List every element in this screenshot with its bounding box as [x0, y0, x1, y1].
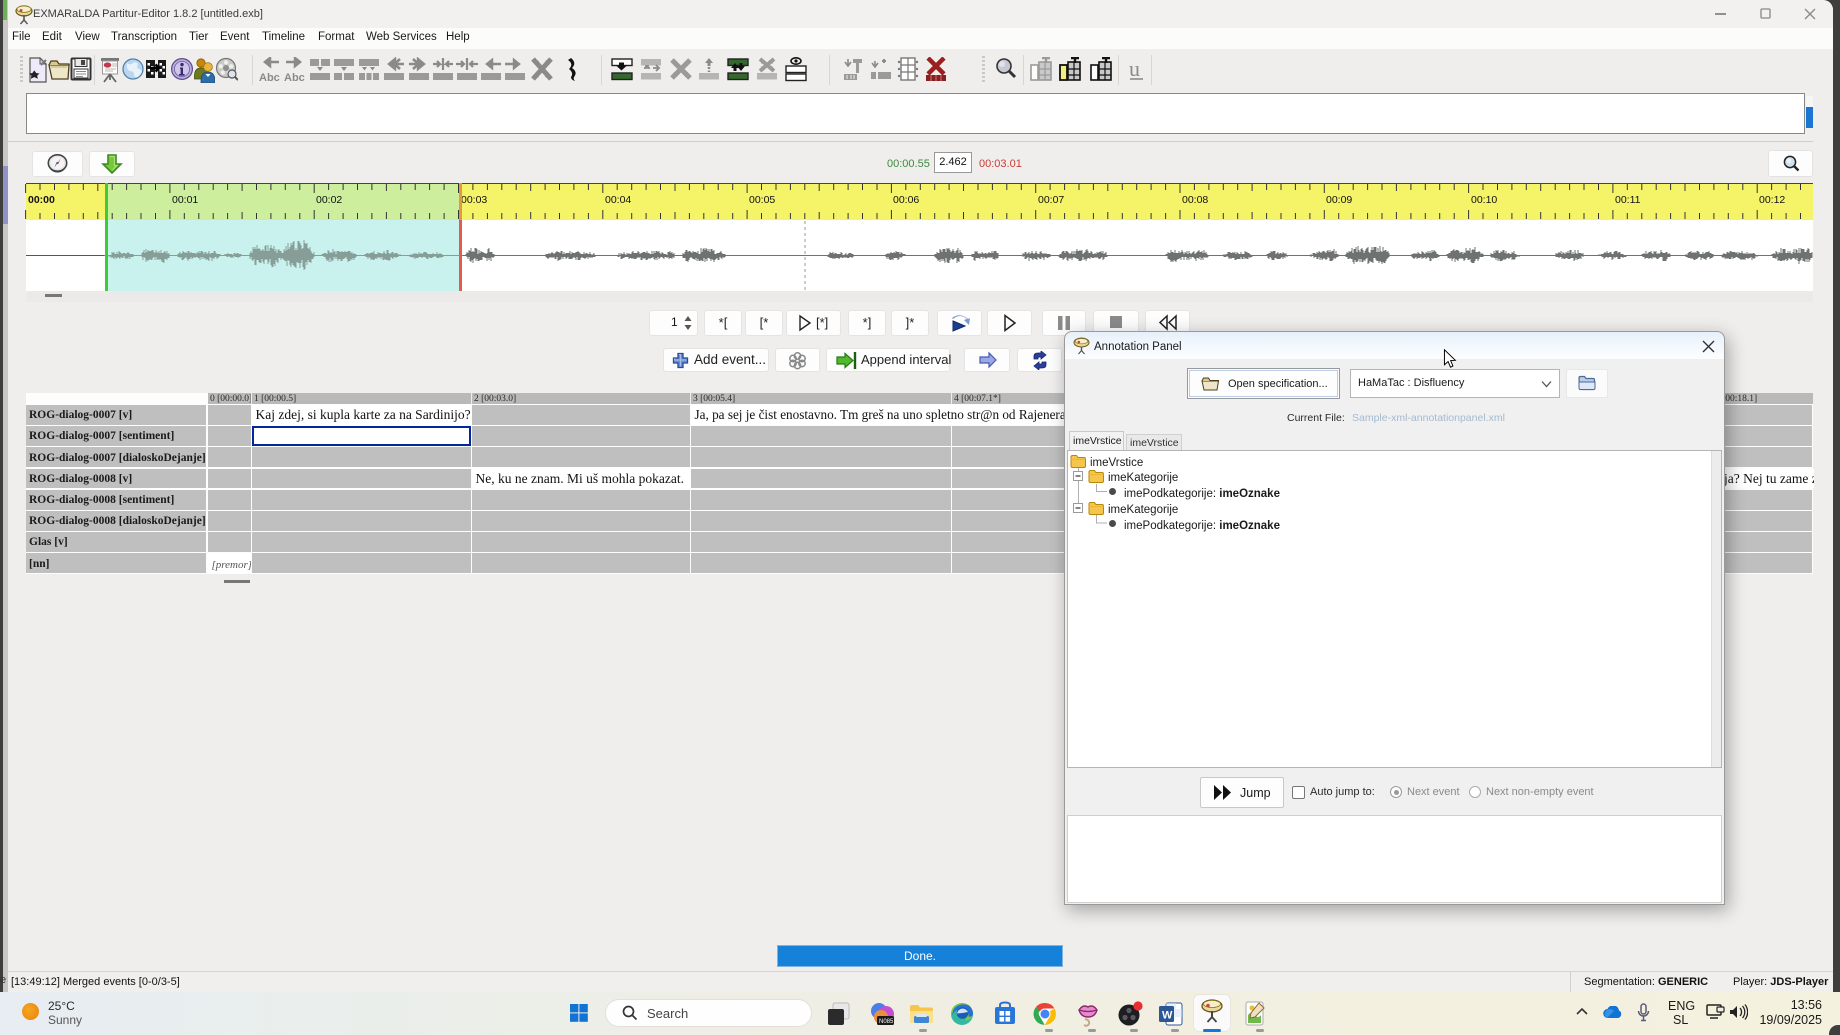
svg-text:Abc: Abc	[259, 72, 280, 83]
svg-text:u: u	[1129, 57, 1140, 81]
svg-text:Abc: Abc	[284, 72, 305, 83]
svg-text:W: W	[1162, 1010, 1173, 1022]
svg-text:N085: N085	[879, 1019, 894, 1025]
